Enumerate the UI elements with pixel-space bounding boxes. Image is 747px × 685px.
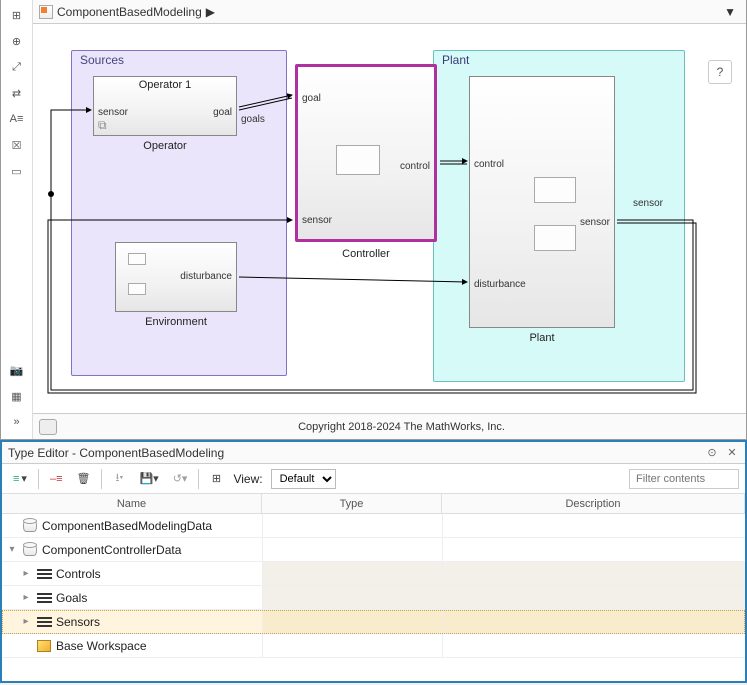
controller-port-sensor: sensor bbox=[302, 215, 332, 226]
model-icon bbox=[39, 5, 53, 19]
new-type-button[interactable]: ≡▾ bbox=[8, 468, 32, 490]
tree-row-cbm-data[interactable]: ComponentBasedModelingData bbox=[2, 514, 745, 538]
hide-browser-icon[interactable]: ⊞ bbox=[6, 4, 28, 26]
copyright-text: Copyright 2018-2024 The MathWorks, Inc. bbox=[63, 421, 740, 433]
side-toolbar: ⊞ ⊕ ⤢ ⇄ A≡ ☒ ▭ 📷 ▦ » bbox=[1, 0, 33, 439]
controller-port-goal: goal bbox=[302, 93, 321, 104]
close-panel-icon[interactable]: ✕ bbox=[725, 446, 739, 459]
save-button[interactable]: 💾▾ bbox=[134, 468, 163, 490]
expander-icon[interactable]: ▾ bbox=[6, 544, 18, 555]
tab-menu-caret-icon[interactable]: ▼ bbox=[720, 5, 740, 19]
filter-input[interactable] bbox=[629, 469, 739, 489]
table-icon[interactable]: ▦ bbox=[6, 385, 28, 407]
plant-block[interactable]: control disturbance sensor bbox=[469, 76, 615, 328]
fit-view-icon[interactable]: ⤢ bbox=[6, 56, 28, 78]
operator-out-goals: goals bbox=[241, 114, 265, 125]
plant-label: Plant bbox=[442, 53, 469, 67]
plant-port-control: control bbox=[474, 159, 504, 170]
breadcrumb[interactable]: ComponentBasedModeling bbox=[57, 5, 202, 19]
area-icon[interactable]: ▭ bbox=[6, 160, 28, 182]
subsystem-badge-icon: ⧉ bbox=[98, 118, 107, 133]
operator-title: Operator 1 bbox=[94, 77, 236, 93]
plant-out-sensor: sensor bbox=[633, 198, 663, 209]
annotation-icon[interactable]: A≡ bbox=[6, 108, 28, 130]
col-type[interactable]: Type bbox=[262, 494, 442, 513]
plant-port-disturbance: disturbance bbox=[474, 279, 526, 290]
collapse-icon[interactable]: » bbox=[6, 411, 28, 433]
type-editor-title: Type Editor - ComponentBasedModeling bbox=[8, 446, 224, 460]
type-columns-header: Name Type Description bbox=[2, 494, 745, 514]
environment-caption: Environment bbox=[145, 316, 207, 328]
delete-button[interactable]: 🗑 bbox=[72, 468, 96, 490]
controller-block[interactable]: goal sensor control bbox=[295, 64, 437, 242]
col-desc[interactable]: Description bbox=[442, 494, 745, 513]
import-button[interactable]: ⭳▾ bbox=[108, 468, 130, 490]
swap-io-icon[interactable]: ⇄ bbox=[6, 82, 28, 104]
type-editor-titlebar: Type Editor - ComponentBasedModeling ⊙ ✕ bbox=[2, 442, 745, 464]
plant-caption: Plant bbox=[529, 332, 554, 344]
operator-port-goal: goal bbox=[213, 107, 232, 118]
operator-block[interactable]: Operator 1 sensor goal ⧉ bbox=[93, 76, 237, 136]
snapshot-icon[interactable]: 📷 bbox=[6, 359, 28, 381]
plant-port-sensor-inner: sensor bbox=[580, 217, 610, 228]
view-label: View: bbox=[233, 472, 262, 486]
diagram-canvas[interactable]: ? Sources Plant Operator 1 sensor goal ⧉… bbox=[33, 24, 746, 413]
env-port-disturbance: disturbance bbox=[180, 271, 232, 282]
zoom-in-icon[interactable]: ⊕ bbox=[6, 30, 28, 52]
tree-row-sensors[interactable]: ▸Sensors bbox=[2, 610, 745, 634]
type-editor-panel: Type Editor - ComponentBasedModeling ⊙ ✕… bbox=[0, 440, 747, 683]
model-canvas: ⊞ ⊕ ⤢ ⇄ A≡ ☒ ▭ 📷 ▦ » ComponentBasedModel… bbox=[0, 0, 747, 440]
type-tree: ComponentBasedModelingData ▾ComponentCon… bbox=[2, 514, 745, 681]
operator-port-sensor: sensor bbox=[98, 107, 128, 118]
chevron-right-icon: ▶ bbox=[206, 5, 215, 19]
tree-row-cc-data[interactable]: ▾ComponentControllerData bbox=[2, 538, 745, 562]
tree-row-controls[interactable]: ▸Controls bbox=[2, 562, 745, 586]
col-name[interactable]: Name bbox=[2, 494, 262, 513]
controller-port-control: control bbox=[400, 161, 430, 172]
view-select[interactable]: Default bbox=[271, 469, 336, 489]
controller-caption: Controller bbox=[342, 248, 390, 260]
sources-label: Sources bbox=[80, 53, 124, 67]
minimize-panel-icon[interactable]: ⊙ bbox=[705, 446, 719, 459]
environment-block[interactable]: disturbance bbox=[115, 242, 237, 312]
help-button[interactable]: ? bbox=[708, 60, 732, 84]
tree-row-base-workspace[interactable]: Base Workspace bbox=[2, 634, 745, 658]
data-store-icon[interactable] bbox=[39, 419, 57, 435]
clear-button[interactable]: ‒≡ bbox=[45, 468, 68, 490]
breadcrumb-bar: ComponentBasedModeling ▶ ▼ bbox=[33, 0, 746, 24]
tree-row-goals[interactable]: ▸Goals bbox=[2, 586, 745, 610]
canvas-footer: Copyright 2018-2024 The MathWorks, Inc. bbox=[33, 413, 746, 439]
expand-tree-button[interactable]: ⊞ bbox=[205, 468, 227, 490]
sync-button[interactable]: ↺▾ bbox=[168, 468, 193, 490]
operator-caption: Operator bbox=[143, 140, 186, 152]
type-editor-toolbar: ≡▾ ‒≡ 🗑 ⭳▾ 💾▾ ↺▾ ⊞ View: Default bbox=[2, 464, 745, 494]
image-icon[interactable]: ☒ bbox=[6, 134, 28, 156]
